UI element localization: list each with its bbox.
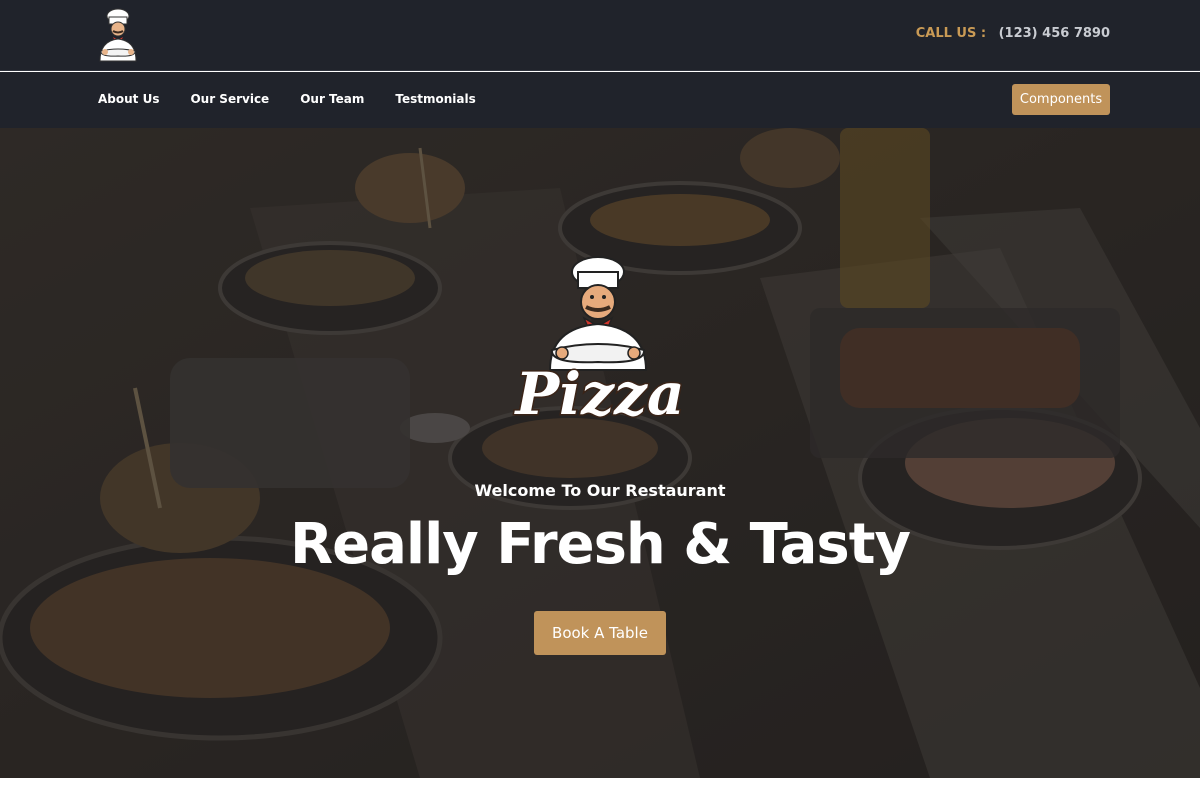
- page-bottom: [0, 778, 1200, 800]
- hero-section: Pizza Welcome To Our Restaurant Really F…: [0, 128, 1200, 778]
- welcome-text: Welcome To Our Restaurant: [474, 481, 726, 500]
- nav-our-team[interactable]: Our Team: [300, 92, 364, 106]
- call-us-label: CALL US :: [915, 26, 987, 41]
- hero-headline: Really Fresh & Tasty: [290, 512, 911, 577]
- pizza-chef-logo-icon: Pizza: [512, 256, 686, 430]
- chef-logo-icon[interactable]: [92, 7, 144, 65]
- main-nav: About Us Our Service Our Team Testmonial…: [0, 72, 1200, 128]
- call-us: CALL US : (123) 456 7890: [916, 26, 1110, 41]
- top-header: CALL US : (123) 456 7890: [0, 0, 1200, 71]
- nav-testimonials[interactable]: Testmonials: [395, 92, 475, 106]
- nav-links: About Us Our Service Our Team Testmonial…: [98, 92, 507, 106]
- nav-our-service[interactable]: Our Service: [190, 92, 269, 106]
- phone-number[interactable]: (123) 456 7890: [999, 26, 1110, 41]
- pizza-logo-text: Pizza: [513, 360, 684, 428]
- nav-about-us[interactable]: About Us: [98, 92, 159, 106]
- components-button[interactable]: Components: [1012, 84, 1110, 115]
- book-table-button[interactable]: Book A Table: [534, 611, 666, 655]
